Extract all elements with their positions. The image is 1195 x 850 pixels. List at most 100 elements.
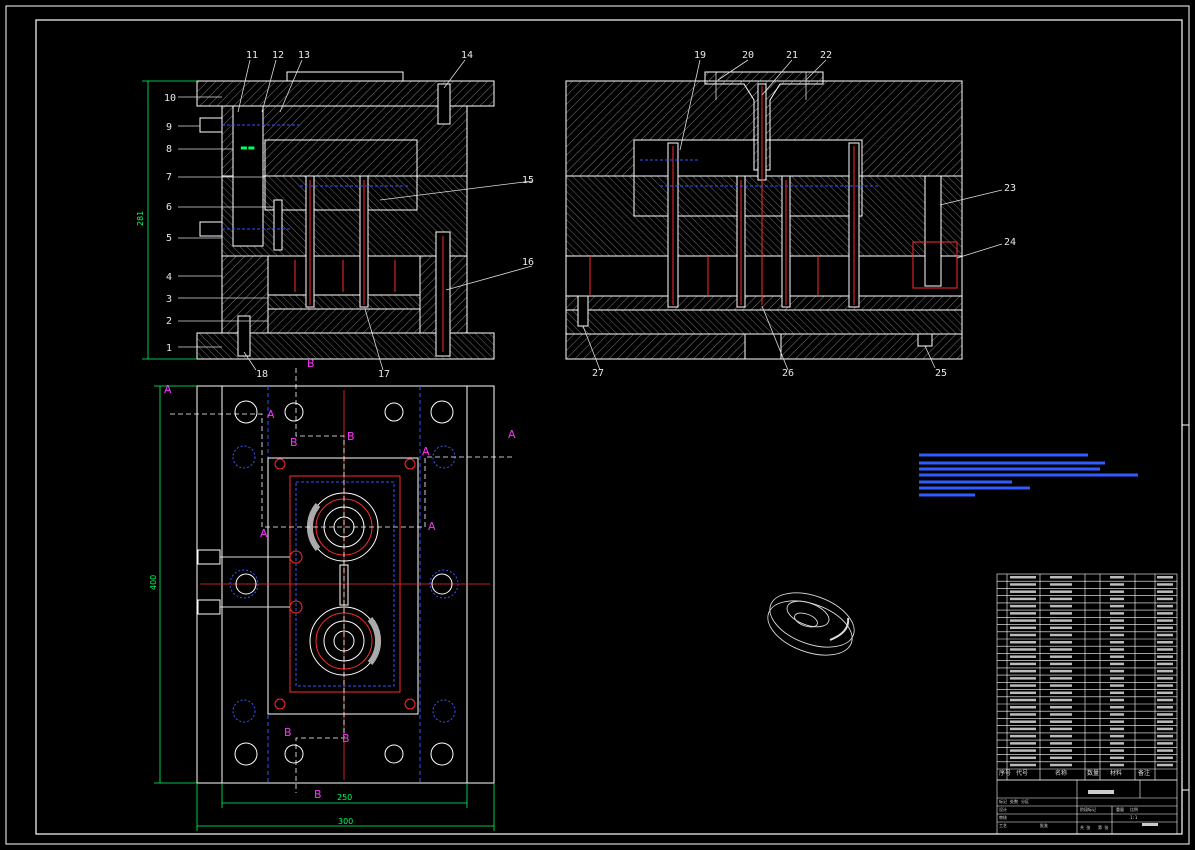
bom-row-name	[1050, 677, 1072, 680]
bom-row-material	[1110, 648, 1124, 651]
bom-row-material	[1110, 684, 1124, 687]
bom-row-material	[1110, 749, 1124, 752]
callout-13: 13	[298, 50, 310, 61]
cooling-note: ▬▬	[240, 143, 255, 152]
bom-row-code	[1010, 734, 1036, 738]
bom-h-code: 代号	[1016, 769, 1028, 777]
bom-row-note	[1157, 604, 1173, 608]
bom-row-code	[1010, 641, 1036, 644]
bom-row-name	[1050, 713, 1072, 716]
dim-281: 281	[136, 211, 145, 226]
callout-20: 20	[742, 50, 754, 61]
bom-row-material	[1110, 669, 1124, 673]
bom-row-name	[1050, 749, 1072, 752]
bom-row-material	[1110, 633, 1124, 637]
bom-row-name	[1050, 691, 1072, 695]
bom-row-material	[1110, 590, 1124, 593]
bom-row-material	[1110, 742, 1124, 745]
callout-3: 3	[166, 294, 172, 305]
bom-row-material	[1110, 583, 1124, 586]
bom-row-code	[1010, 648, 1036, 651]
bom-row-material	[1110, 576, 1124, 579]
tb-weight: 重量	[1116, 806, 1124, 812]
cad-drawing-canvas[interactable]: ▬▬ 1 2 3 4 5 6 7 8 9 10 11 12 13 14 15 1…	[0, 0, 1195, 850]
callout-14: 14	[461, 50, 473, 61]
callout-27: 27	[592, 368, 604, 379]
bom-row-code	[1010, 597, 1036, 601]
tb-sheet: 第 张	[1098, 824, 1108, 830]
bom-row-code	[1010, 749, 1036, 752]
bom-row-note	[1157, 720, 1173, 723]
bom-row-note	[1157, 677, 1173, 680]
bom-row-note	[1157, 742, 1173, 745]
section-b-2: B	[290, 436, 298, 449]
bom-row-note	[1157, 756, 1173, 760]
bom-row-material	[1110, 713, 1124, 716]
callout-17: 17	[378, 369, 390, 380]
bom-row-code	[1010, 763, 1036, 767]
bom-row-code	[1010, 720, 1036, 723]
dim-300: 300	[338, 817, 353, 826]
callout-10: 10	[164, 93, 176, 104]
bom-row-note	[1157, 763, 1173, 767]
bom-row-name	[1050, 734, 1072, 738]
bom-row-material	[1110, 691, 1124, 695]
callout-1: 1	[166, 343, 172, 354]
bom-row-material	[1110, 597, 1124, 601]
bom-row-material	[1110, 641, 1124, 644]
bom-row-note	[1157, 633, 1173, 637]
bom-h-note: 备注	[1138, 769, 1150, 777]
callout-24: 24	[1004, 237, 1016, 248]
bom-row-code	[1010, 742, 1036, 745]
callout-7: 7	[166, 172, 172, 183]
tb-review: 审核	[999, 814, 1007, 820]
bom-row-note	[1157, 641, 1173, 644]
callout-26: 26	[782, 368, 794, 379]
bom-table	[996, 573, 1178, 781]
section-b-3: B	[347, 430, 355, 443]
front-section-view: ▬▬	[196, 71, 495, 360]
bom-row-note	[1157, 626, 1173, 630]
callout-18: 18	[256, 369, 268, 380]
bom-h-index: 序号	[999, 769, 1011, 777]
callout-9: 9	[166, 122, 172, 133]
bom-row-code	[1010, 756, 1036, 760]
tb-sheets: 共 张	[1080, 824, 1090, 830]
bom-h-qty: 数量	[1087, 769, 1099, 777]
bom-row-note	[1157, 583, 1173, 586]
bom-row-note	[1157, 612, 1173, 615]
bom-row-name	[1050, 662, 1072, 666]
section-lines	[170, 368, 512, 793]
bom-row-note	[1157, 662, 1173, 666]
bom-row-material	[1110, 720, 1124, 723]
tb-scale-value: 1:1	[1130, 815, 1138, 820]
callout-2: 2	[166, 316, 172, 327]
bom-row-code	[1010, 590, 1036, 593]
bom-row-name	[1050, 763, 1072, 767]
bom-row-code	[1010, 669, 1036, 673]
bom-row-code	[1010, 619, 1036, 622]
bom-row-material	[1110, 734, 1124, 738]
bom-row-name	[1050, 619, 1072, 622]
bom-row-name	[1050, 742, 1072, 745]
bom-row-note	[1157, 706, 1173, 709]
bom-row-note	[1157, 698, 1173, 702]
bom-row-name	[1050, 756, 1072, 760]
section-a-1: A	[164, 383, 172, 396]
callout-21: 21	[786, 50, 798, 61]
bom-row-name	[1050, 706, 1072, 709]
section-a-2: A	[267, 408, 275, 421]
tb-process: 工艺	[999, 823, 1007, 828]
section-a-4: A	[260, 527, 268, 540]
bom-row-material	[1110, 619, 1124, 622]
bom-row-name	[1050, 633, 1072, 637]
bom-row-note	[1157, 590, 1173, 593]
bom-row-material	[1110, 706, 1124, 709]
bom-row-name	[1050, 612, 1072, 615]
bom-row-name	[1050, 641, 1072, 644]
bom-row-note	[1157, 655, 1173, 658]
callout-25: 25	[935, 368, 947, 379]
tb-scale: 比例	[1130, 806, 1138, 812]
callout-6: 6	[166, 202, 172, 213]
bom-row-name	[1050, 648, 1072, 651]
